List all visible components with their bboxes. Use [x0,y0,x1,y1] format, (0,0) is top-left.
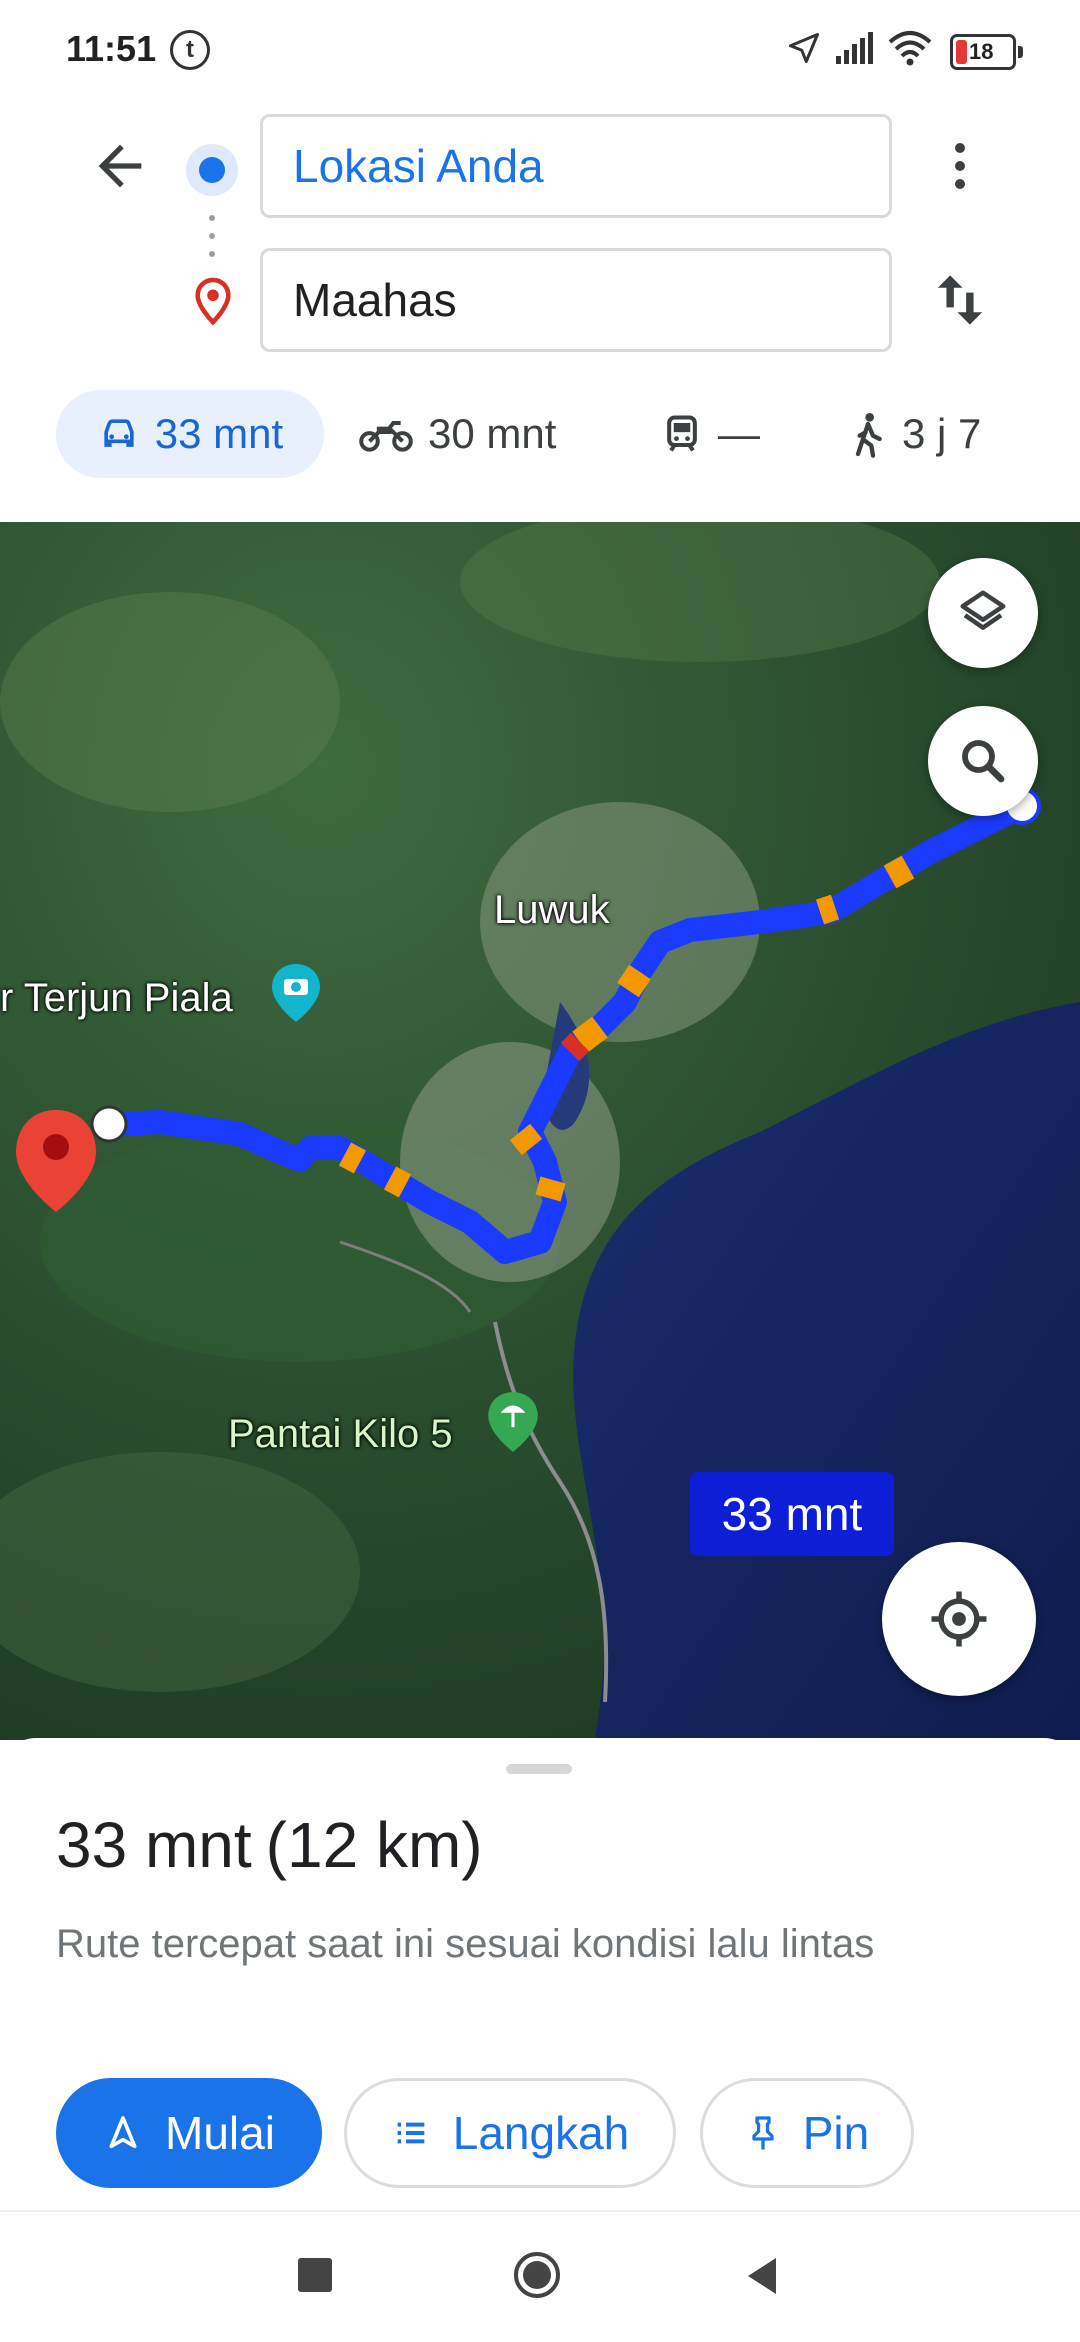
origin-dot-icon [186,144,238,196]
car-icon [104,419,134,447]
my-location-icon [931,1591,987,1647]
destination-pin-icon [195,277,231,326]
waterfall-label[interactable]: r Terjun Piala [0,976,233,1021]
route-duration: 33 mnt (12 km) [56,1808,483,1882]
camera-place-icon[interactable] [270,962,322,1024]
wifi-icon [888,31,932,66]
motorcycle-icon [359,420,413,452]
walk-icon [855,413,882,458]
arrow-back-icon [98,144,142,188]
status-bar: 11:51 t 18 [0,0,1080,100]
beach-label: Pantai Kilo 5 [228,1412,453,1456]
sheet-drag-handle[interactable] [506,1764,572,1774]
battery-icon: 18 [950,34,1023,70]
duration-value: 33 mnt [56,1809,252,1881]
back-nav-button[interactable] [744,2256,780,2296]
pin-button[interactable]: Pin [700,2078,914,2188]
pin-icon [752,2116,774,2150]
mode-tab-motorcycle[interactable]: 30 mnt [358,390,556,478]
search-along-route-button[interactable] [928,706,1038,816]
my-location-button[interactable] [882,1542,1036,1696]
route-description: Rute tercepat saat ini sesuai kondisi la… [56,1922,875,1966]
notification-app-icon: t [170,30,210,70]
navigation-arrow-icon [109,2116,137,2149]
steps-label: Langkah [452,2107,630,2159]
route-time-callout[interactable]: 33 mnt [690,1472,894,1556]
mode-tab-walk[interactable]: 3 j 7 [848,390,981,478]
destination-input[interactable]: Maahas [260,248,892,352]
swap-directions-button[interactable] [930,268,990,332]
mode-walk-label: 3 j 7 [902,410,982,457]
layers-icon [960,590,1006,630]
steps-button[interactable]: Langkah [344,2078,676,2188]
home-circle-icon [514,2252,560,2298]
list-icon [397,2122,425,2144]
layers-button[interactable] [928,558,1038,668]
route-summary-sheet[interactable]: 33 mnt (12 km) Rute tercepat saat ini ses… [0,1738,1080,2210]
mode-transit-label: — [718,410,760,457]
map-view[interactable]: Luwuk r Terjun Piala Pantai Kilo 5 33 mn… [0,522,1080,1740]
signal-icon [836,32,873,64]
city-label: Luwuk [494,888,610,932]
system-navigation-bar [0,2210,1080,2342]
mode-tab-car[interactable]: 33 mnt [56,390,324,478]
mode-car-label: 33 mnt [154,410,284,457]
mode-motorcycle-label: 30 mnt [428,410,557,457]
route-dots-icon [209,215,215,257]
origin-input[interactable]: Lokasi Anda [260,114,892,218]
start-label: Mulai [165,2107,275,2159]
search-icon [962,740,1005,783]
back-button[interactable] [88,134,152,198]
recents-button[interactable] [298,2258,332,2292]
location-arrow-icon [789,33,819,63]
pin-label: Pin [802,2107,870,2159]
transit-icon [667,415,697,452]
status-time: 11:51 [66,28,157,69]
more-options-button[interactable] [942,136,978,196]
battery-level: 18 [969,39,994,64]
start-navigation-button[interactable]: Mulai [56,2078,322,2188]
home-button[interactable] [512,2250,562,2300]
beach-place-icon[interactable] [486,1390,540,1454]
distance-value: (12 km) [265,1809,483,1881]
back-triangle-icon [748,2258,776,2294]
swap-vert-icon [937,275,983,325]
more-vert-icon [955,143,965,189]
mode-tab-transit[interactable]: — [660,390,760,478]
